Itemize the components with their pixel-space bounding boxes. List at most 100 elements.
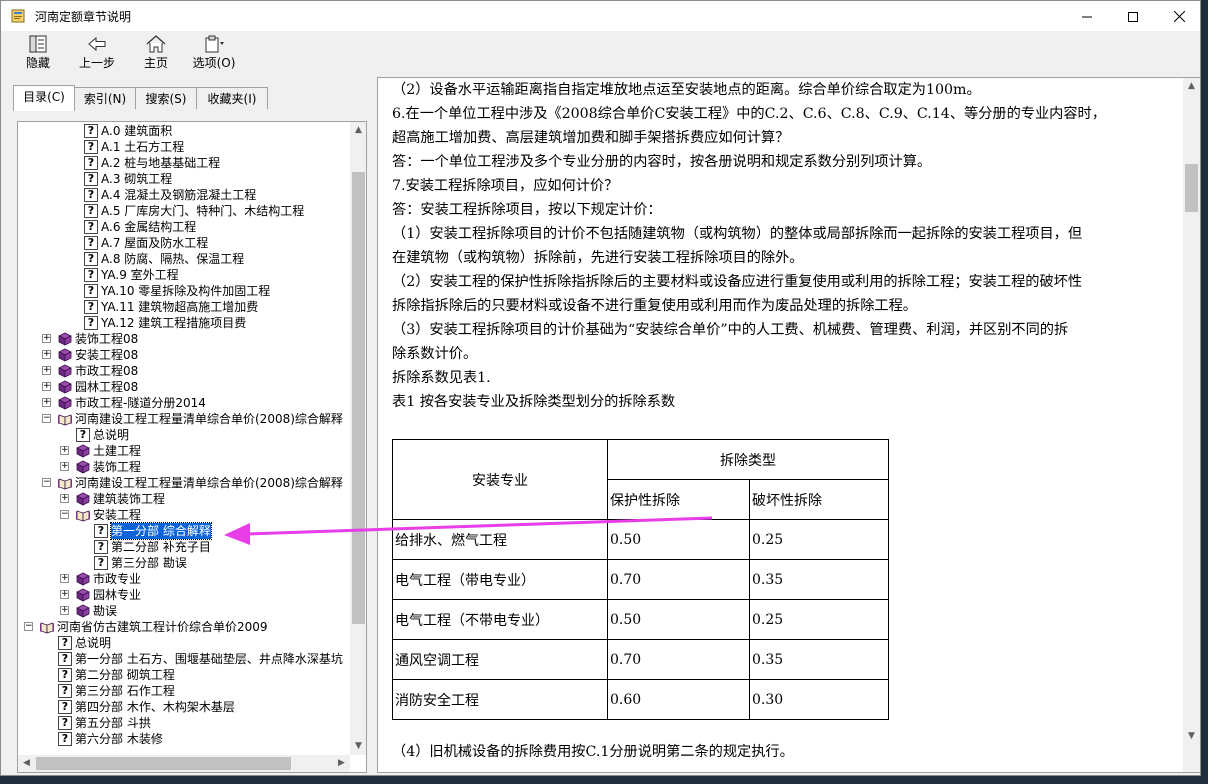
- tree-item[interactable]: + 市政工程08: [18, 363, 350, 379]
- expand-icon[interactable]: +: [60, 462, 69, 471]
- tab-favorites[interactable]: 收藏夹(I): [196, 87, 268, 109]
- tree-item-label: 第四分部 木作、木构架木基层: [75, 700, 235, 714]
- tree-item[interactable]: − 河南省仿古建筑工程计价综合单价2009: [18, 619, 350, 635]
- back-button[interactable]: 上一步: [72, 33, 122, 73]
- scroll-up-arrow-icon[interactable]: ▲: [350, 122, 366, 139]
- collapse-icon[interactable]: −: [42, 414, 51, 423]
- tree-item[interactable]: − 安装工程: [18, 507, 350, 523]
- tree-item-label: A.8 防腐、隔热、保温工程: [101, 252, 245, 266]
- tree-scroll-thumb[interactable]: [352, 172, 365, 624]
- tree-item[interactable]: − 河南建设工程工程量清单综合单价(2008)综合解释: [18, 475, 350, 491]
- tree-item-label: A.1 土石方工程: [101, 140, 185, 154]
- contents-tree[interactable]: ? A.0 建筑面积? A.1 土石方工程? A.2 桩与地基基础工程? A.3 砌筑工…: [18, 122, 350, 772]
- tree-item[interactable]: ? A.6 金属结构工程: [18, 219, 350, 235]
- expand-icon[interactable]: +: [60, 606, 69, 615]
- scroll-down-arrow-icon[interactable]: ▼: [350, 738, 366, 755]
- tab-contents[interactable]: 目录(C): [13, 85, 75, 111]
- closed-book-icon: [58, 380, 72, 394]
- tree-item[interactable]: ? 第三分部 石作工程: [18, 683, 350, 699]
- scroll-right-arrow-icon[interactable]: ▶: [333, 755, 350, 772]
- home-button[interactable]: 主页: [131, 33, 181, 73]
- tree-item[interactable]: + 装饰工程: [18, 459, 350, 475]
- tree-item[interactable]: + 安装工程08: [18, 347, 350, 363]
- table-cell-protect: 0.50: [607, 599, 750, 640]
- tree-item[interactable]: ? A.5 厂库房大门、特种门、木结构工程: [18, 203, 350, 219]
- tree-item-label: 河南建设工程工程量清单综合单价(2008)综合解释: [75, 476, 343, 490]
- tree-vertical-scrollbar[interactable]: ▲ ▼: [350, 122, 366, 755]
- options-button[interactable]: 选项(O): [189, 33, 239, 73]
- tree-item-label: 第五分部 斗拱: [75, 716, 151, 730]
- tree-hscroll-thumb[interactable]: [36, 757, 291, 770]
- tree-item[interactable]: ? 第一分部 土石方、围堰基础垫层、井点降水深基坑: [18, 651, 350, 667]
- close-button[interactable]: [1156, 1, 1200, 31]
- collapse-icon[interactable]: −: [60, 510, 69, 519]
- help-page-icon: ?: [58, 732, 72, 746]
- tree-item[interactable]: + 市政专业: [18, 571, 350, 587]
- table-cell-major: 消防安全工程: [392, 679, 608, 720]
- tree-item[interactable]: + 土建工程: [18, 443, 350, 459]
- help-page-icon: ?: [84, 124, 98, 138]
- help-page-icon: ?: [58, 668, 72, 682]
- tree-item[interactable]: ? 第二分部 砌筑工程: [18, 667, 350, 683]
- expand-icon[interactable]: +: [60, 494, 69, 503]
- tree-item[interactable]: ? A.4 混凝土及钢筋混凝土工程: [18, 187, 350, 203]
- tree-item[interactable]: + 装饰工程08: [18, 331, 350, 347]
- tab-search[interactable]: 搜索(S): [135, 87, 197, 109]
- pane-splitter[interactable]: [369, 77, 375, 773]
- scroll-up-arrow-icon[interactable]: ▲: [1183, 78, 1200, 95]
- minimize-button[interactable]: [1064, 1, 1110, 31]
- expand-icon[interactable]: +: [60, 590, 69, 599]
- expand-icon[interactable]: +: [42, 334, 51, 343]
- content-scroll-thumb[interactable]: [1185, 164, 1198, 212]
- tree-item[interactable]: + 园林专业: [18, 587, 350, 603]
- hide-button[interactable]: 隐藏: [13, 33, 63, 73]
- tree-item[interactable]: ? YA.10 零星拆除及构件加固工程: [18, 283, 350, 299]
- table-row: 电气工程（不带电专业） 0.50 0.25: [392, 599, 889, 640]
- tree-item[interactable]: ? A.2 桩与地基基础工程: [18, 155, 350, 171]
- tree-item[interactable]: ? A.0 建筑面积: [18, 123, 350, 139]
- tree-horizontal-scrollbar[interactable]: ◀ ▶: [18, 755, 350, 772]
- tree-item-label: 装饰工程08: [75, 332, 139, 346]
- tree-item[interactable]: − 河南建设工程工程量清单综合单价(2008)综合解释: [18, 411, 350, 427]
- tree-item[interactable]: ? 第五分部 斗拱: [18, 715, 350, 731]
- expand-icon[interactable]: +: [42, 350, 51, 359]
- collapse-icon[interactable]: −: [42, 478, 51, 487]
- tree-item[interactable]: ? A.8 防腐、隔热、保温工程: [18, 251, 350, 267]
- tree-item[interactable]: ? 总说明: [18, 427, 350, 443]
- expand-icon[interactable]: +: [60, 446, 69, 455]
- expand-icon[interactable]: +: [42, 382, 51, 391]
- tree-item[interactable]: ? 第一分部 综合解释: [18, 522, 350, 540]
- content-pane: （2）设备水平运输距离指自指定堆放地点运至安装地点的距离。综合单价综合取定为10…: [377, 77, 1200, 773]
- tree-item[interactable]: ? A.3 砌筑工程: [18, 171, 350, 187]
- tree-item[interactable]: ? YA.9 室外工程: [18, 267, 350, 283]
- tree-item[interactable]: ? 总说明: [18, 635, 350, 651]
- tree-item[interactable]: ? 第三分部 勘误: [18, 555, 350, 571]
- tree-item[interactable]: + 建筑装饰工程: [18, 491, 350, 507]
- closed-book-icon: [76, 460, 90, 474]
- tab-favorites-label: 收藏夹(I): [207, 92, 257, 106]
- expand-icon[interactable]: +: [42, 398, 51, 407]
- tree-item[interactable]: + 园林工程08: [18, 379, 350, 395]
- tree-item[interactable]: ? 第二分部 补充子目: [18, 539, 350, 555]
- content-vertical-scrollbar[interactable]: ▲ ▼: [1183, 78, 1200, 772]
- tab-index[interactable]: 索引(N): [74, 87, 136, 109]
- tree-item[interactable]: + 市政工程-隧道分册2014: [18, 395, 350, 411]
- tree-item[interactable]: ? 第六分部 木装修: [18, 731, 350, 747]
- back-label: 上一步: [78, 56, 115, 70]
- tree-item[interactable]: + 勘误: [18, 603, 350, 619]
- maximize-button[interactable]: [1110, 1, 1156, 31]
- tree-item[interactable]: ? A.1 土石方工程: [18, 139, 350, 155]
- tree-item[interactable]: ? 第四分部 木作、木构架木基层: [18, 699, 350, 715]
- expand-icon[interactable]: +: [60, 574, 69, 583]
- help-page-icon: ?: [94, 556, 108, 570]
- help-page-icon: ?: [84, 204, 98, 218]
- tree-item[interactable]: ? YA.11 建筑物超高施工增加费: [18, 299, 350, 315]
- collapse-icon[interactable]: −: [24, 622, 33, 631]
- scroll-left-arrow-icon[interactable]: ◀: [18, 755, 35, 772]
- scroll-down-arrow-icon[interactable]: ▼: [1183, 728, 1200, 745]
- window-title: 河南定额章节说明: [35, 10, 132, 24]
- closed-book-icon: [58, 332, 72, 346]
- tree-item[interactable]: ? A.7 屋面及防水工程: [18, 235, 350, 251]
- tree-item[interactable]: ? YA.12 建筑工程措施项目费: [18, 315, 350, 331]
- expand-icon[interactable]: +: [42, 366, 51, 375]
